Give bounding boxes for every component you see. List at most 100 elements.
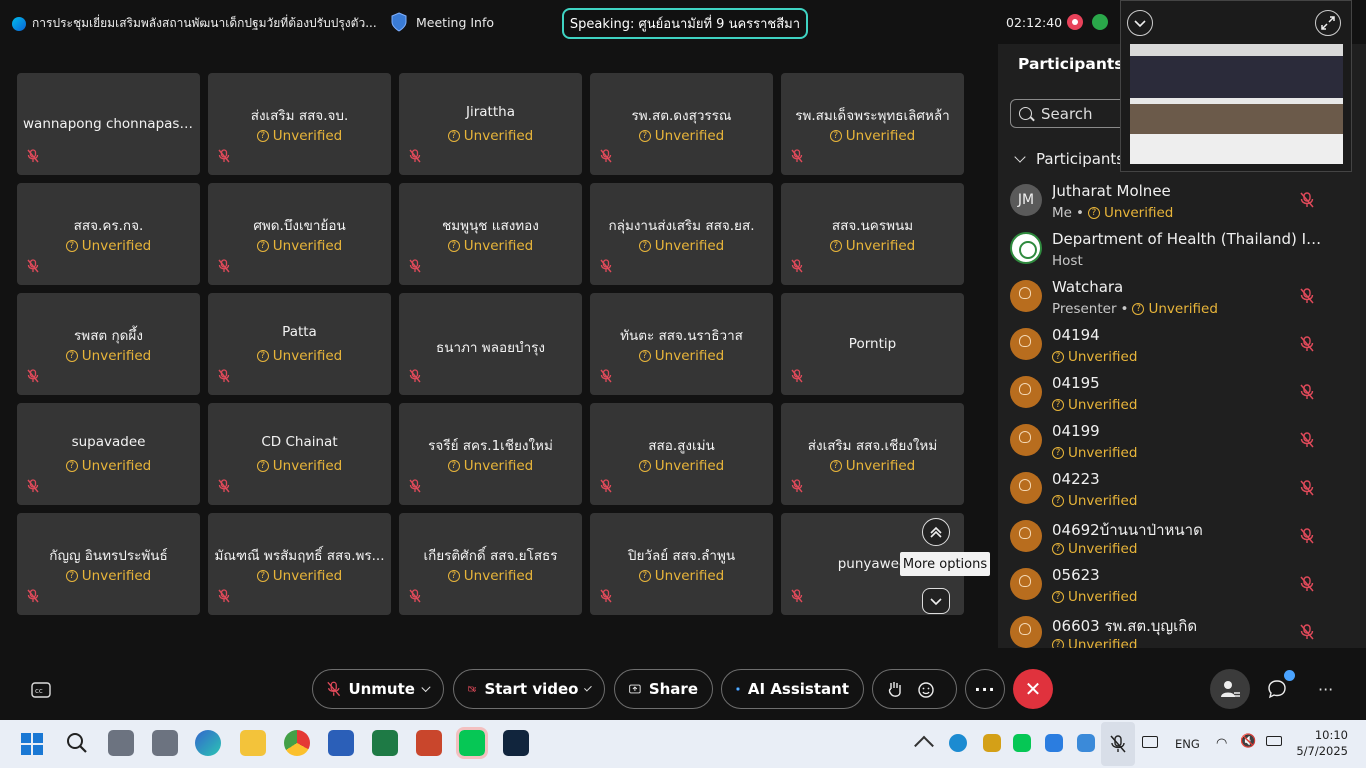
question-circle-icon: ? — [65, 240, 78, 252]
display-icon[interactable] — [1142, 736, 1158, 748]
widgets-icon[interactable] — [152, 730, 178, 756]
collapse-preview-button[interactable] — [1127, 10, 1153, 36]
participant-tile[interactable]: CD Chainat? Unverified — [208, 403, 391, 505]
speaker-muted-icon[interactable]: 🔇 — [1240, 734, 1256, 749]
participant-tile[interactable]: Porntip — [781, 293, 964, 395]
chevron-up-icon[interactable] — [914, 735, 934, 756]
participant-tile[interactable]: รจรีย์ สคร.1เชียงใหม่? Unverified — [399, 403, 582, 505]
question-circle-icon: ? — [1052, 591, 1064, 603]
taskbar-search-button[interactable] — [66, 732, 88, 758]
participant-row[interactable]: 04223? Unverified — [998, 466, 1366, 514]
mic-muted-icon[interactable] — [1300, 528, 1314, 548]
participant-row[interactable]: 06603 รพ.สต.บุญเกิด? Unverified — [998, 610, 1366, 648]
start-video-button[interactable]: Start video — [453, 669, 605, 709]
raise-hand-icon[interactable] — [887, 680, 903, 698]
participant-tile[interactable]: รพ.สต.ดงสุวรรณ? Unverified — [590, 73, 773, 175]
powerpoint-icon[interactable] — [416, 730, 442, 756]
participant-row[interactable]: 04194? Unverified — [998, 322, 1366, 370]
file-explorer-icon[interactable] — [240, 730, 266, 756]
participant-tile[interactable]: กัญญ อินทรประพันธ์? Unverified — [17, 513, 200, 615]
ai-assistant-button[interactable]: AI Assistant — [721, 669, 864, 709]
mic-muted-icon[interactable] — [1300, 432, 1314, 452]
emoji-reaction-icon[interactable] — [917, 680, 935, 698]
participant-tile[interactable]: Jirattha? Unverified — [399, 73, 582, 175]
question-circle-icon: ? — [1052, 351, 1064, 363]
security-shield-icon[interactable] — [1045, 734, 1063, 752]
sync-icon[interactable] — [949, 734, 967, 752]
taskbar-clock[interactable]: 10:10 5/7/2025 — [1296, 727, 1348, 759]
share-button[interactable]: Share — [614, 669, 713, 709]
unverified-label: Unverified — [1068, 589, 1138, 605]
participant-row[interactable]: 05623? Unverified — [998, 562, 1366, 610]
participant-tile[interactable]: มัณฑณี พรสัมฤทธิ์ สสจ.พร...? Unverified — [208, 513, 391, 615]
participant-tile-name: เกียรติศักดิ์ สสจ.ยโสธร — [423, 548, 558, 564]
word-icon[interactable] — [328, 730, 354, 756]
mic-muted-icon[interactable] — [1300, 384, 1314, 404]
participant-row[interactable]: 04195? Unverified — [998, 370, 1366, 418]
chrome-browser-icon[interactable] — [284, 730, 310, 756]
excel-icon[interactable] — [372, 730, 398, 756]
participant-tile[interactable]: ส่งเสริม สสจ.เชียงใหม่? Unverified — [781, 403, 964, 505]
participant-tile[interactable]: ธนาภา พลอยบำรุง — [399, 293, 582, 395]
line-app-icon[interactable] — [456, 727, 488, 759]
mic-muted-icon[interactable] — [1300, 288, 1314, 308]
participant-row[interactable]: 04199? Unverified — [998, 418, 1366, 466]
participant-tile[interactable]: ปิยวัลย์ สสจ.ลำพูน? Unverified — [590, 513, 773, 615]
task-view-icon[interactable] — [108, 730, 134, 756]
participant-row[interactable]: 04692บ้านนาป่าหนาด? Unverified — [998, 514, 1366, 562]
participant-row[interactable]: Watchara Presenter •? Unverified — [998, 274, 1366, 322]
mic-muted-icon[interactable] — [1300, 576, 1314, 596]
meeting-info-button[interactable]: Meeting Info — [390, 12, 494, 32]
unverified-status: ? Unverified — [781, 128, 964, 144]
edge-browser-icon[interactable] — [195, 730, 221, 756]
participant-tile[interactable]: กลุ่มงานส่งเสริม สสจ.ยส.? Unverified — [590, 183, 773, 285]
participant-tile[interactable]: ชมพูนุช แสงทอง? Unverified — [399, 183, 582, 285]
scroll-down-button[interactable] — [922, 588, 950, 614]
participant-tile[interactable]: Patta? Unverified — [208, 293, 391, 395]
svg-text:cc: cc — [35, 687, 43, 695]
participant-tile[interactable]: ส่งเสริม สสจ.จบ.? Unverified — [208, 73, 391, 175]
recording-icon[interactable] — [1067, 14, 1083, 30]
participant-tile[interactable]: สสอ.สูงเม่น? Unverified — [590, 403, 773, 505]
participant-row[interactable]: JM Jutharat Molnee Me •? Unverified — [998, 178, 1366, 226]
captions-button[interactable]: cc — [31, 682, 51, 702]
participant-tile[interactable]: รพ.สมเด็จพระพุทธเลิศหล้า? Unverified — [781, 73, 964, 175]
expand-preview-button[interactable] — [1315, 10, 1341, 36]
start-button[interactable] — [21, 733, 43, 759]
mic-muted-icon[interactable] — [1300, 480, 1314, 500]
unmute-button[interactable]: Unmute — [312, 669, 444, 709]
speaking-indicator: Speaking: ศูนย์อนามัยที่ 9 นครราชสีมา — [562, 8, 808, 39]
participant-tile[interactable]: สสจ.คร.กจ.? Unverified — [17, 183, 200, 285]
mic-muted-icon[interactable] — [1300, 336, 1314, 356]
participant-tile[interactable]: รพสต กุดผึ้ง? Unverified — [17, 293, 200, 395]
user-avatar-icon — [1010, 424, 1042, 456]
more-button[interactable]: ··· — [965, 669, 1005, 709]
battery-icon[interactable] — [1266, 736, 1282, 746]
mic-muted-icon[interactable] — [1300, 624, 1314, 644]
webex-taskbar-icon[interactable] — [503, 730, 529, 756]
participant-tile[interactable]: ทันตะ สสจ.นราธิวาส? Unverified — [590, 293, 773, 395]
chat-button[interactable] — [1266, 670, 1295, 704]
unverified-label: Unverified — [463, 238, 534, 254]
participant-tile[interactable]: เกียรติศักดิ์ สสจ.ยโสธร? Unverified — [399, 513, 582, 615]
network-tray-icon[interactable] — [1077, 734, 1095, 752]
participant-tile[interactable]: wannapong chonnapasa... — [17, 73, 200, 175]
language-indicator[interactable]: ENG — [1175, 737, 1200, 751]
leave-meeting-button[interactable]: ✕ — [1013, 669, 1053, 709]
participant-tile[interactable]: supavadee? Unverified — [17, 403, 200, 505]
more-options-icon[interactable]: ··· — [1318, 680, 1333, 699]
shared-content-preview[interactable] — [1120, 0, 1352, 172]
participants-section-header[interactable]: Participants — [1014, 150, 1124, 168]
wifi-icon[interactable]: ◠ — [1216, 736, 1227, 751]
participant-tile[interactable]: ศพด.บึงเขาย้อน? Unverified — [208, 183, 391, 285]
tray-app-icon[interactable] — [983, 734, 1001, 752]
participant-tile[interactable]: สสจ.นครพนม? Unverified — [781, 183, 964, 285]
scroll-up-button[interactable] — [922, 518, 950, 546]
mic-muted-icon[interactable] — [1300, 192, 1314, 212]
line-tray-icon[interactable] — [1013, 734, 1031, 752]
share-icon — [629, 684, 641, 694]
participant-row[interactable]: Department of Health (Thailand) ID... Hos… — [998, 226, 1366, 274]
network-health-icon[interactable] — [1092, 14, 1108, 30]
mic-tray-button[interactable] — [1101, 722, 1135, 766]
participants-toggle-button[interactable] — [1210, 669, 1250, 709]
